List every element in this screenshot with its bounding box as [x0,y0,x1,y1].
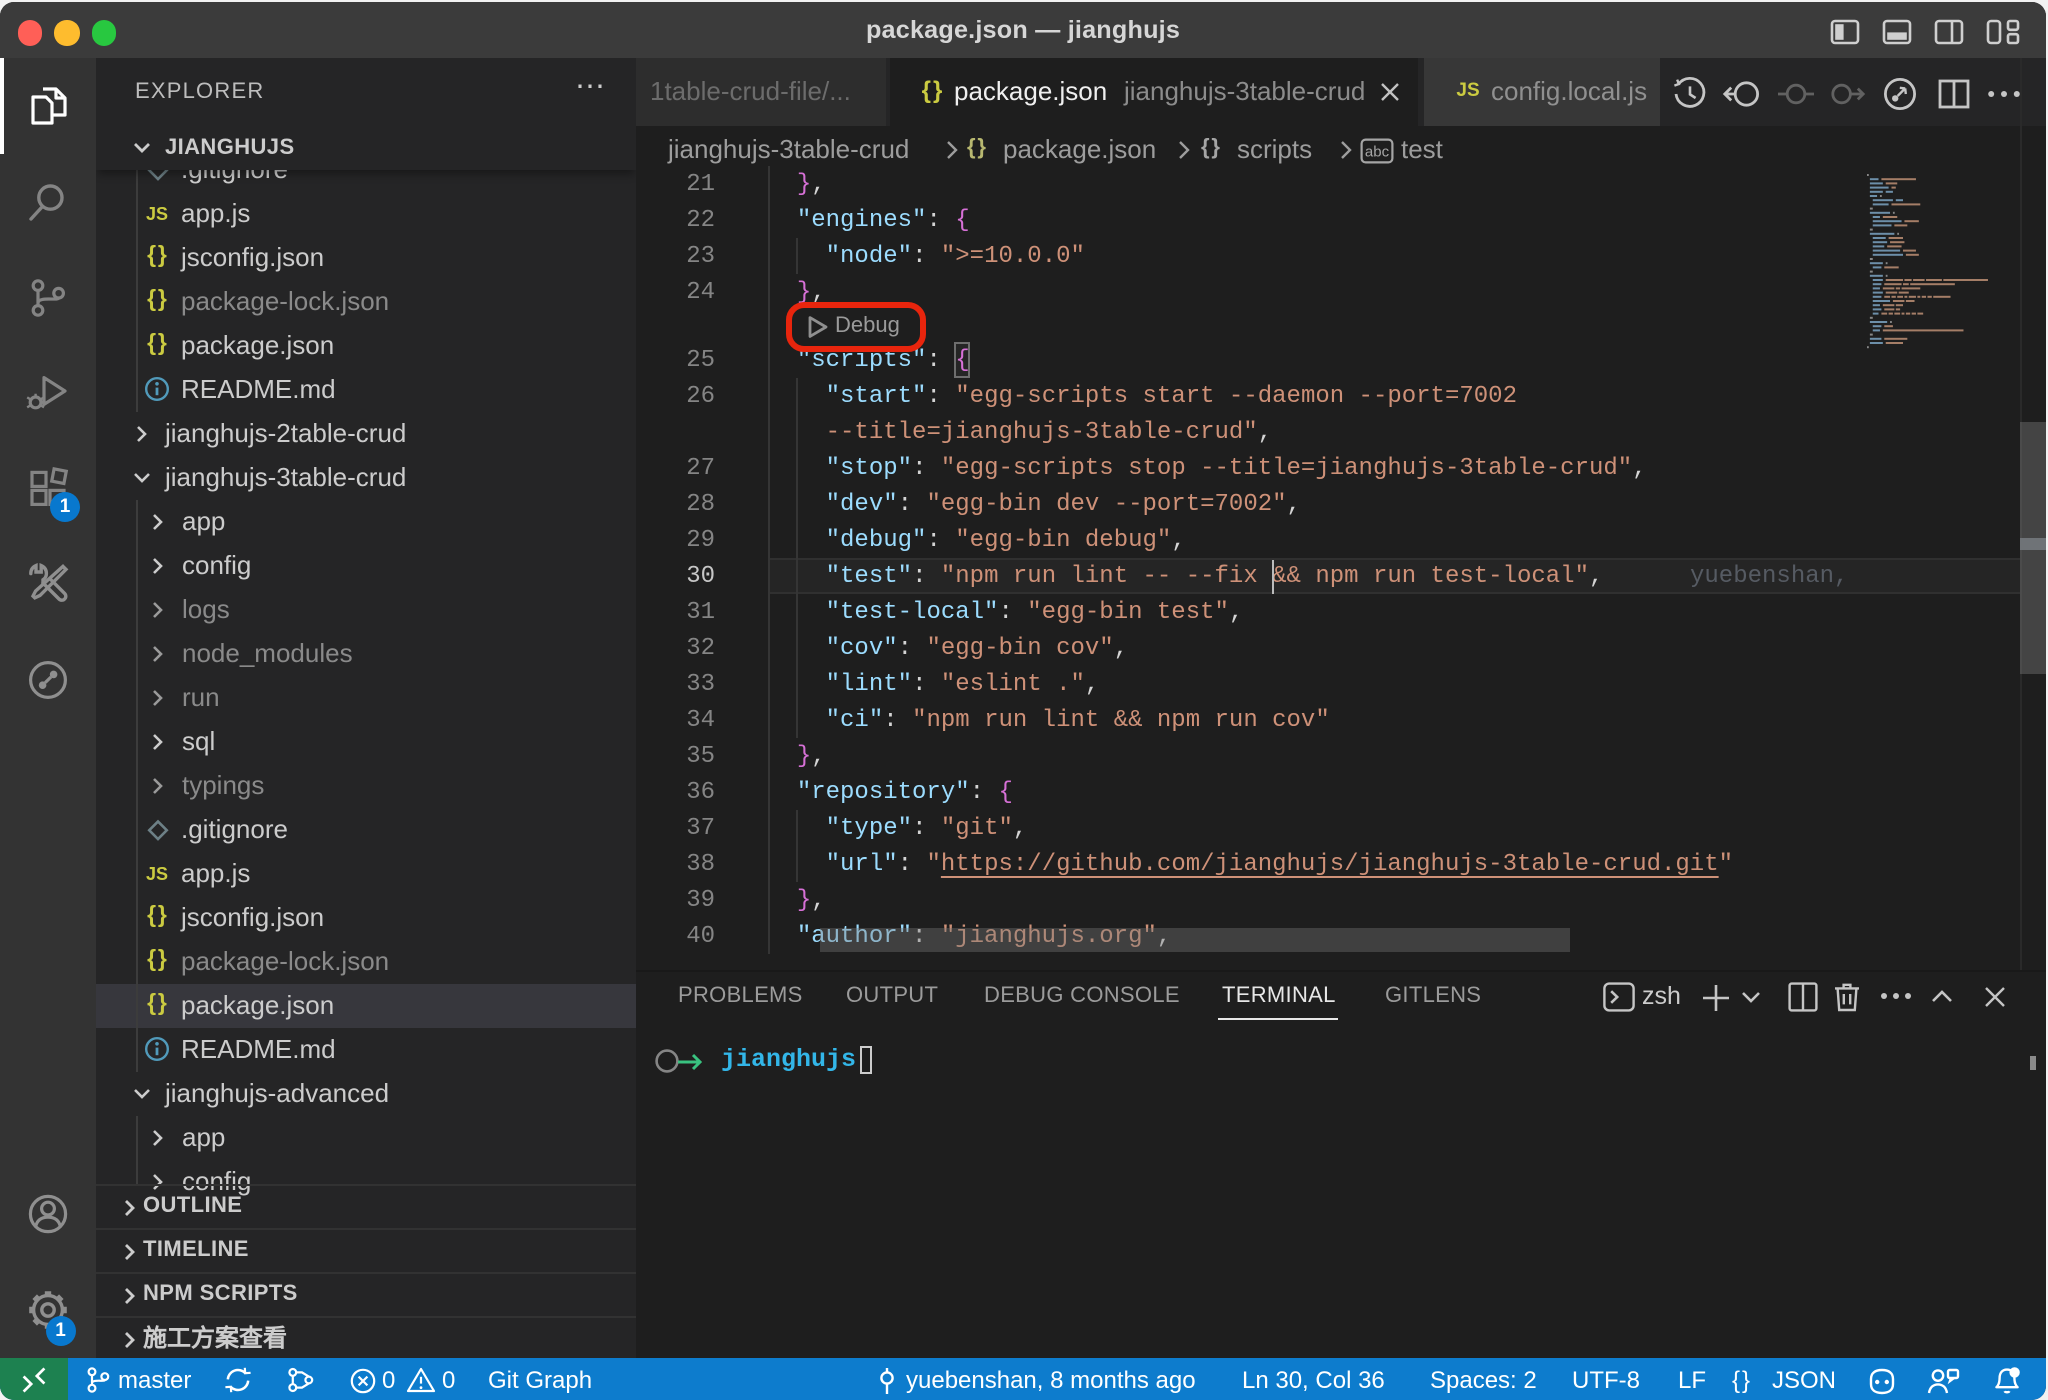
svg-text:abc: abc [1364,143,1389,160]
